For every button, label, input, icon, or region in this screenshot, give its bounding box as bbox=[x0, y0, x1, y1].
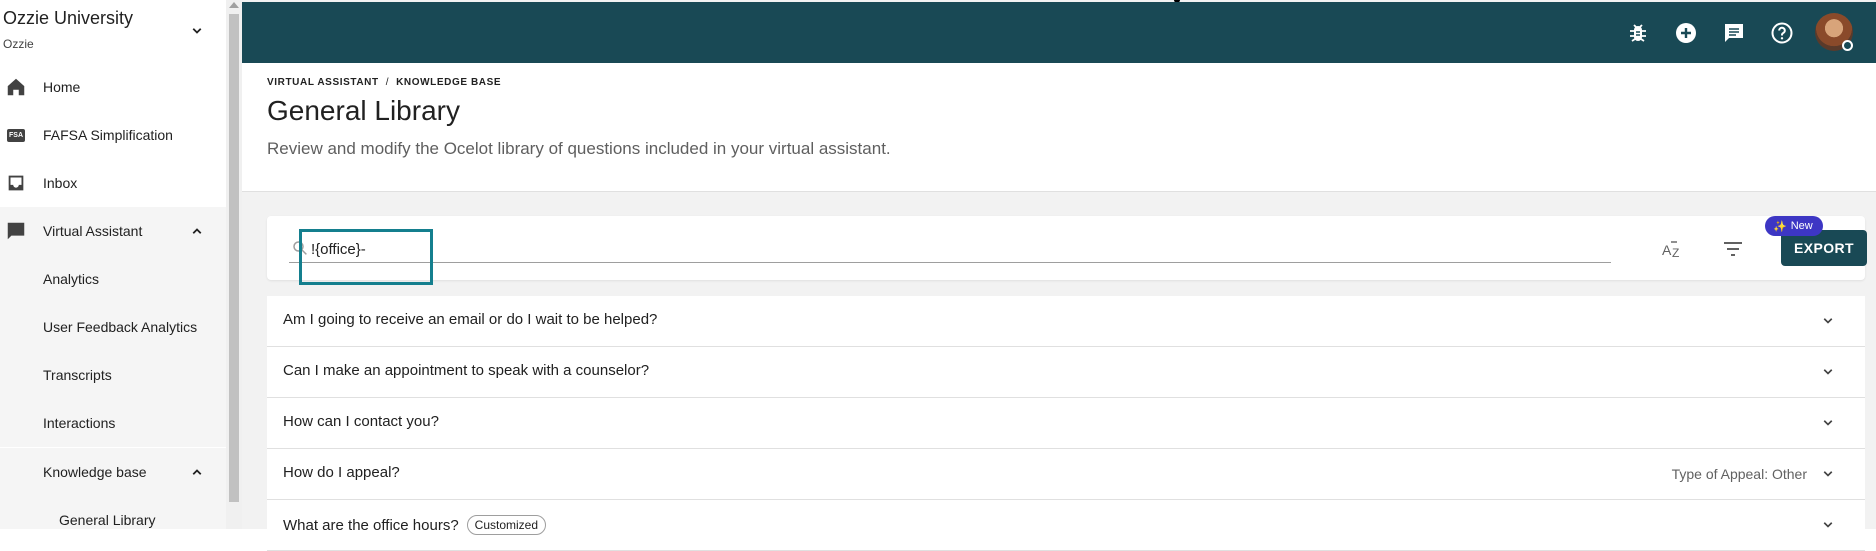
sidebar-item-label: Home bbox=[43, 79, 81, 95]
status-indicator bbox=[1842, 40, 1853, 51]
new-badge: ✨ New bbox=[1765, 216, 1823, 236]
org-name: Ozzie University bbox=[3, 8, 134, 28]
search-toolbar: A Z EXPORT ✨ New bbox=[267, 216, 1867, 285]
scroll-up-arrow-icon[interactable] bbox=[229, 2, 239, 8]
sidebar-item-analytics[interactable]: Analytics bbox=[0, 255, 226, 303]
breadcrumb-virtual-assistant[interactable]: VIRTUAL ASSISTANT bbox=[267, 77, 379, 88]
add-circle-icon[interactable] bbox=[1674, 21, 1698, 45]
chevron-up-icon[interactable] bbox=[188, 463, 206, 481]
page-description: Review and modify the Ocelot library of … bbox=[267, 139, 891, 158]
message-icon[interactable] bbox=[1722, 21, 1746, 45]
sparkle-icon: ✨ bbox=[1773, 220, 1787, 233]
breadcrumb: VIRTUAL ASSISTANT / KNOWLEDGE BASE bbox=[267, 77, 501, 88]
question-row[interactable]: Can I make an appointment to speak with … bbox=[267, 347, 1865, 398]
chevron-down-icon[interactable] bbox=[1819, 312, 1837, 330]
new-badge-label: New bbox=[1790, 220, 1813, 232]
filter-icon[interactable] bbox=[1721, 238, 1745, 260]
question-text: How do I appeal? bbox=[283, 464, 400, 481]
top-bar bbox=[242, 2, 1876, 63]
sidebar-item-fafsa[interactable]: FSA FAFSA Simplification bbox=[0, 111, 226, 159]
org-switcher[interactable]: Ozzie University Ozzie bbox=[0, 0, 226, 62]
breadcrumb-separator: / bbox=[385, 77, 390, 88]
question-row[interactable]: What are the office hours? Customized bbox=[267, 500, 1865, 551]
sort-alphabetical-icon[interactable]: A Z bbox=[1661, 238, 1685, 260]
fsa-icon: FSA bbox=[5, 124, 27, 146]
question-text: Can I make an appointment to speak with … bbox=[283, 362, 650, 379]
sidebar-item-user-feedback-analytics[interactable]: User Feedback Analytics bbox=[0, 303, 226, 351]
sidebar-item-general-library[interactable]: General Library bbox=[0, 496, 226, 529]
question-tag: Type of Appeal: Other bbox=[1671, 466, 1807, 482]
sidebar-item-label: Virtual Assistant bbox=[43, 223, 143, 239]
question-row[interactable]: Am I going to receive an email or do I w… bbox=[267, 296, 1865, 347]
chevron-down-icon[interactable] bbox=[1819, 516, 1837, 534]
sidebar-item-interactions[interactable]: Interactions bbox=[0, 399, 226, 447]
chevron-down-icon[interactable] bbox=[1819, 465, 1837, 483]
sidebar-item-label: User Feedback Analytics bbox=[43, 319, 198, 335]
breadcrumb-knowledge-base[interactable]: KNOWLEDGE BASE bbox=[396, 77, 501, 88]
org-subtitle: Ozzie bbox=[3, 37, 34, 51]
sidebar-item-label: Interactions bbox=[43, 415, 116, 431]
sidebar-item-transcripts[interactable]: Transcripts bbox=[0, 351, 226, 399]
sidebar-item-label: Inbox bbox=[43, 175, 78, 191]
sidebar-scrollbar-thumb[interactable] bbox=[229, 14, 239, 502]
sidebar-item-inbox[interactable]: Inbox bbox=[0, 159, 226, 207]
page-header: VIRTUAL ASSISTANT / KNOWLEDGE BASE General… bbox=[242, 63, 1876, 192]
sidebar-item-label: General Library bbox=[59, 512, 156, 528]
page-title: General Library bbox=[267, 95, 460, 126]
search-input[interactable] bbox=[311, 238, 1601, 260]
svg-text:Z: Z bbox=[1672, 246, 1679, 260]
svg-text:A: A bbox=[1662, 242, 1672, 258]
sidebar-item-label: Transcripts bbox=[43, 367, 112, 383]
question-row[interactable]: How do I appeal? Type of Appeal: Other bbox=[267, 449, 1865, 500]
chevron-up-icon[interactable] bbox=[188, 222, 206, 240]
question-text: What are the office hours? bbox=[283, 516, 459, 534]
chat-bubble-icon bbox=[5, 220, 27, 242]
customized-chip: Customized bbox=[466, 515, 547, 535]
sidebar-item-home[interactable]: Home bbox=[0, 63, 226, 111]
sidebar: Ozzie University Ozzie Home FSA FAFSA Si… bbox=[0, 0, 226, 529]
sidebar-item-label: Analytics bbox=[43, 271, 100, 287]
question-row[interactable]: How can I contact you? bbox=[267, 398, 1865, 449]
chevron-down-icon[interactable] bbox=[188, 22, 206, 40]
sidebar-item-label: FAFSA Simplification bbox=[43, 127, 173, 143]
sidebar-item-virtual-assistant[interactable]: Virtual Assistant bbox=[0, 207, 226, 255]
question-text: Am I going to receive an email or do I w… bbox=[283, 311, 658, 328]
search-field[interactable] bbox=[289, 238, 1611, 263]
help-icon[interactable] bbox=[1770, 21, 1794, 45]
chevron-down-icon[interactable] bbox=[1819, 414, 1837, 432]
sidebar-item-label: Knowledge base bbox=[43, 464, 147, 480]
chevron-down-icon[interactable] bbox=[1819, 363, 1837, 381]
search-icon bbox=[293, 241, 307, 255]
bug-icon[interactable] bbox=[1626, 21, 1650, 45]
sidebar-item-knowledge-base[interactable]: Knowledge base bbox=[0, 448, 226, 496]
home-icon bbox=[5, 76, 27, 98]
main-content: VIRTUAL ASSISTANT / KNOWLEDGE BASE General… bbox=[242, 0, 1876, 551]
question-text: How can I contact you? bbox=[283, 413, 439, 430]
inbox-icon bbox=[5, 172, 27, 194]
